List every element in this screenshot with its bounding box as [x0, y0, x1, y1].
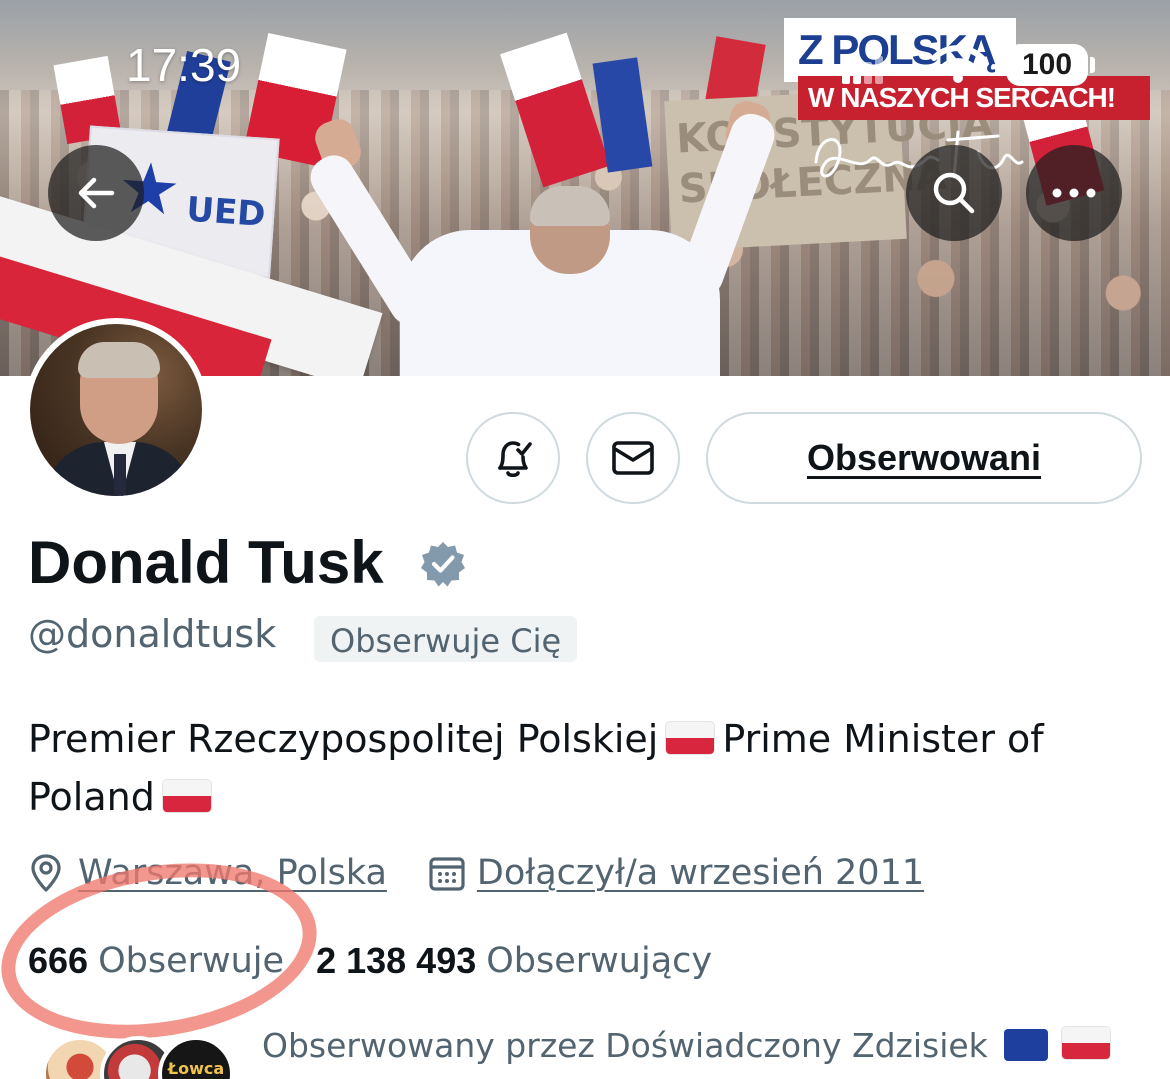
eu-flag-icon	[1004, 1029, 1049, 1061]
poland-flag-icon	[666, 722, 715, 754]
joined-date-link[interactable]: Dołączył/a wrzesień 2011	[477, 853, 924, 893]
arrow-left-icon	[78, 177, 115, 209]
message-button[interactable]	[586, 412, 680, 504]
bio-text-pl: Premier Rzeczypospolitej Polskiej	[28, 717, 659, 761]
following-button[interactable]: Obserwowani	[706, 412, 1142, 504]
banner-person	[390, 186, 730, 376]
wifi-icon	[931, 45, 985, 83]
more-button[interactable]	[1026, 145, 1122, 241]
followers-stat[interactable]: 2 138 493 Obserwujący	[316, 940, 712, 982]
mini-avatar-text: Łowca roidów	[165, 1059, 227, 1079]
poland-flag-icon	[1062, 1027, 1111, 1059]
followers-label: Obserwujący	[486, 941, 713, 981]
followers-count: 2 138 493	[316, 940, 477, 981]
battery-tip	[1090, 57, 1095, 73]
bell-check-icon	[498, 441, 532, 478]
location-pin-icon	[31, 854, 61, 892]
verified-badge-icon[interactable]	[418, 539, 468, 589]
avatar[interactable]	[24, 318, 208, 502]
search-icon	[933, 172, 975, 214]
display-name: Donald Tusk	[28, 529, 384, 596]
follows-you-badge: Obserwuje Cię	[314, 616, 578, 662]
following-button-label: Obserwowani	[806, 437, 1042, 478]
calendar-icon	[429, 857, 465, 891]
notifications-button[interactable]	[466, 412, 560, 504]
followed-by-text[interactable]: Obserwowany przez Doświadczony Zdzisiek	[262, 1026, 1118, 1065]
profile-bio: Premier Rzeczypospolitej Polskiej Prime M…	[28, 710, 1148, 826]
back-button[interactable]	[48, 145, 144, 241]
search-button[interactable]	[906, 145, 1002, 241]
more-horizontal-icon	[1052, 188, 1096, 198]
poland-flag-icon	[162, 780, 211, 812]
battery-indicator: 100	[1006, 44, 1088, 86]
mutual-follower-avatar[interactable]: Łowca roidów	[158, 1036, 234, 1079]
user-handle: @donaldtusk	[28, 612, 277, 656]
battery-level: 100	[1021, 48, 1073, 81]
banner-sign-text: UED	[185, 189, 267, 235]
envelope-icon	[612, 441, 654, 475]
avatar-image	[30, 324, 202, 496]
followed-by-label: Obserwowany przez Doświadczony Zdzisiek	[262, 1026, 988, 1065]
status-time: 17:39	[126, 39, 242, 91]
cellular-signal-icon	[842, 54, 884, 84]
